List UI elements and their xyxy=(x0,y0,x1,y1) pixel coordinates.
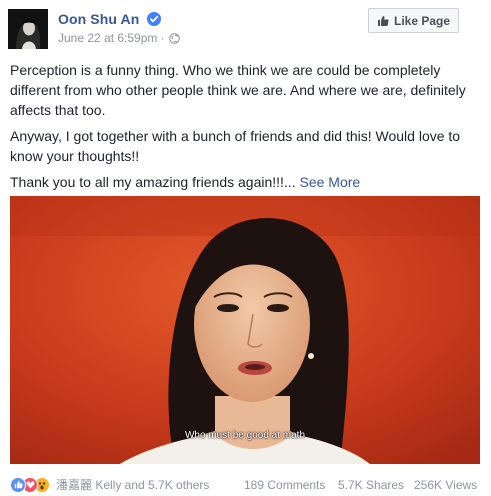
video-player[interactable]: Who must be good at math xyxy=(10,196,480,464)
post-footer: 潘嘉麗 Kelly and 5.7K others 189 Comments 5… xyxy=(10,474,480,494)
see-more-link[interactable]: See More xyxy=(299,174,360,190)
comments-count[interactable]: 189 Comments xyxy=(244,478,325,492)
post-paragraph-text: Thank you to all my amazing friends agai… xyxy=(10,174,296,190)
like-page-button[interactable]: Like Page xyxy=(368,8,459,33)
facebook-post: Oon Shu An June 22 at 6:59pm · Like Page… xyxy=(0,0,491,496)
post-body: Perception is a funny thing. Who we thin… xyxy=(10,60,480,198)
like-icon xyxy=(10,476,26,493)
meta-separator: · xyxy=(160,31,165,45)
post-timestamp[interactable]: June 22 at 6:59pm xyxy=(58,31,157,45)
post-paragraph-last: Thank you to all my amazing friends agai… xyxy=(10,172,480,192)
views-count[interactable]: 256K Views xyxy=(414,478,477,492)
globe-icon[interactable] xyxy=(169,32,181,44)
video-subtitle: Who must be good at math xyxy=(184,430,306,441)
like-page-label: Like Page xyxy=(393,13,451,28)
page-avatar[interactable] xyxy=(8,9,48,49)
post-meta: June 22 at 6:59pm · xyxy=(58,31,181,45)
reactions-summary[interactable]: 潘嘉麗 Kelly and 5.7K others xyxy=(10,476,209,493)
video-frame xyxy=(10,196,480,464)
thumbs-up-icon xyxy=(377,15,389,26)
shares-count[interactable]: 5.7K Shares xyxy=(338,478,404,492)
verified-badge-icon xyxy=(147,12,161,26)
post-paragraph: Perception is a funny thing. Who we thin… xyxy=(10,62,466,118)
page-name[interactable]: Oon Shu An xyxy=(58,11,139,27)
post-paragraph: Anyway, I got together with a bunch of f… xyxy=(10,128,461,164)
reaction-names[interactable]: 潘嘉麗 Kelly and 5.7K others xyxy=(56,476,209,493)
